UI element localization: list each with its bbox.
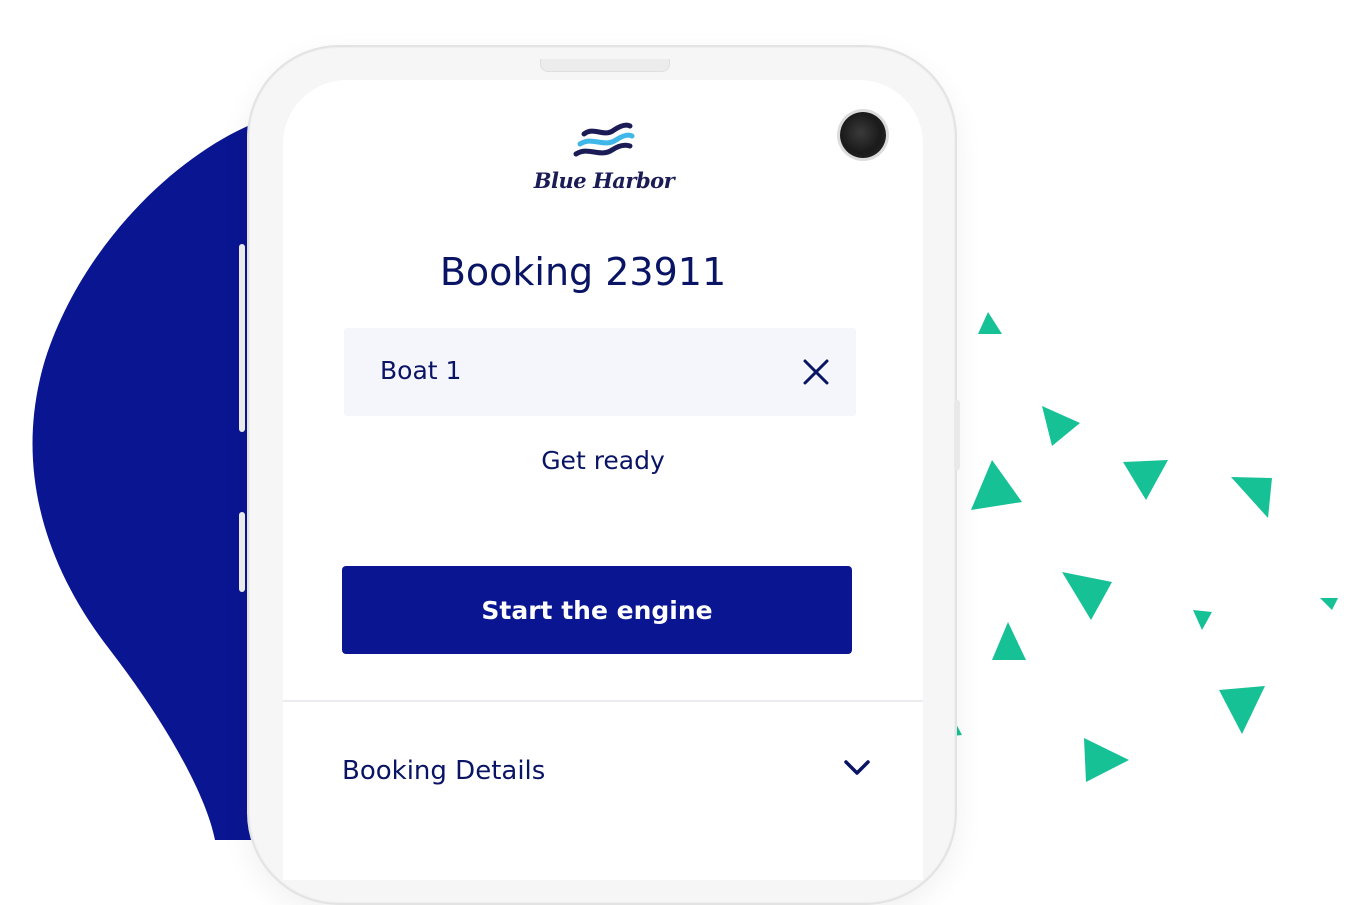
phone-speaker	[540, 59, 670, 72]
wave-logo-icon	[573, 122, 635, 157]
phone-screen: Blue Harbor Booking 23911 Boat 1 Get rea…	[283, 80, 923, 880]
boat-label: Boat 1	[380, 356, 462, 385]
brand-logo: Blue Harbor	[509, 120, 699, 200]
booking-title: Booking 23911	[439, 250, 727, 294]
phone-volume-button-bottom	[239, 512, 245, 592]
start-engine-button[interactable]: Start the engine	[342, 566, 852, 654]
close-icon[interactable]	[802, 358, 830, 386]
front-camera	[840, 112, 886, 158]
section-divider	[283, 700, 923, 702]
confetti-decoration	[952, 312, 1338, 782]
brand-name: Blue Harbor	[533, 168, 675, 193]
chevron-down-icon[interactable]	[842, 756, 872, 778]
booking-details-toggle[interactable]: Booking Details	[342, 750, 872, 800]
boat-card: Boat 1	[344, 328, 856, 416]
phone-volume-button-top	[239, 244, 245, 432]
booking-details-label: Booking Details	[342, 756, 546, 786]
phone-power-button	[954, 400, 960, 470]
status-text: Get ready	[541, 446, 665, 475]
